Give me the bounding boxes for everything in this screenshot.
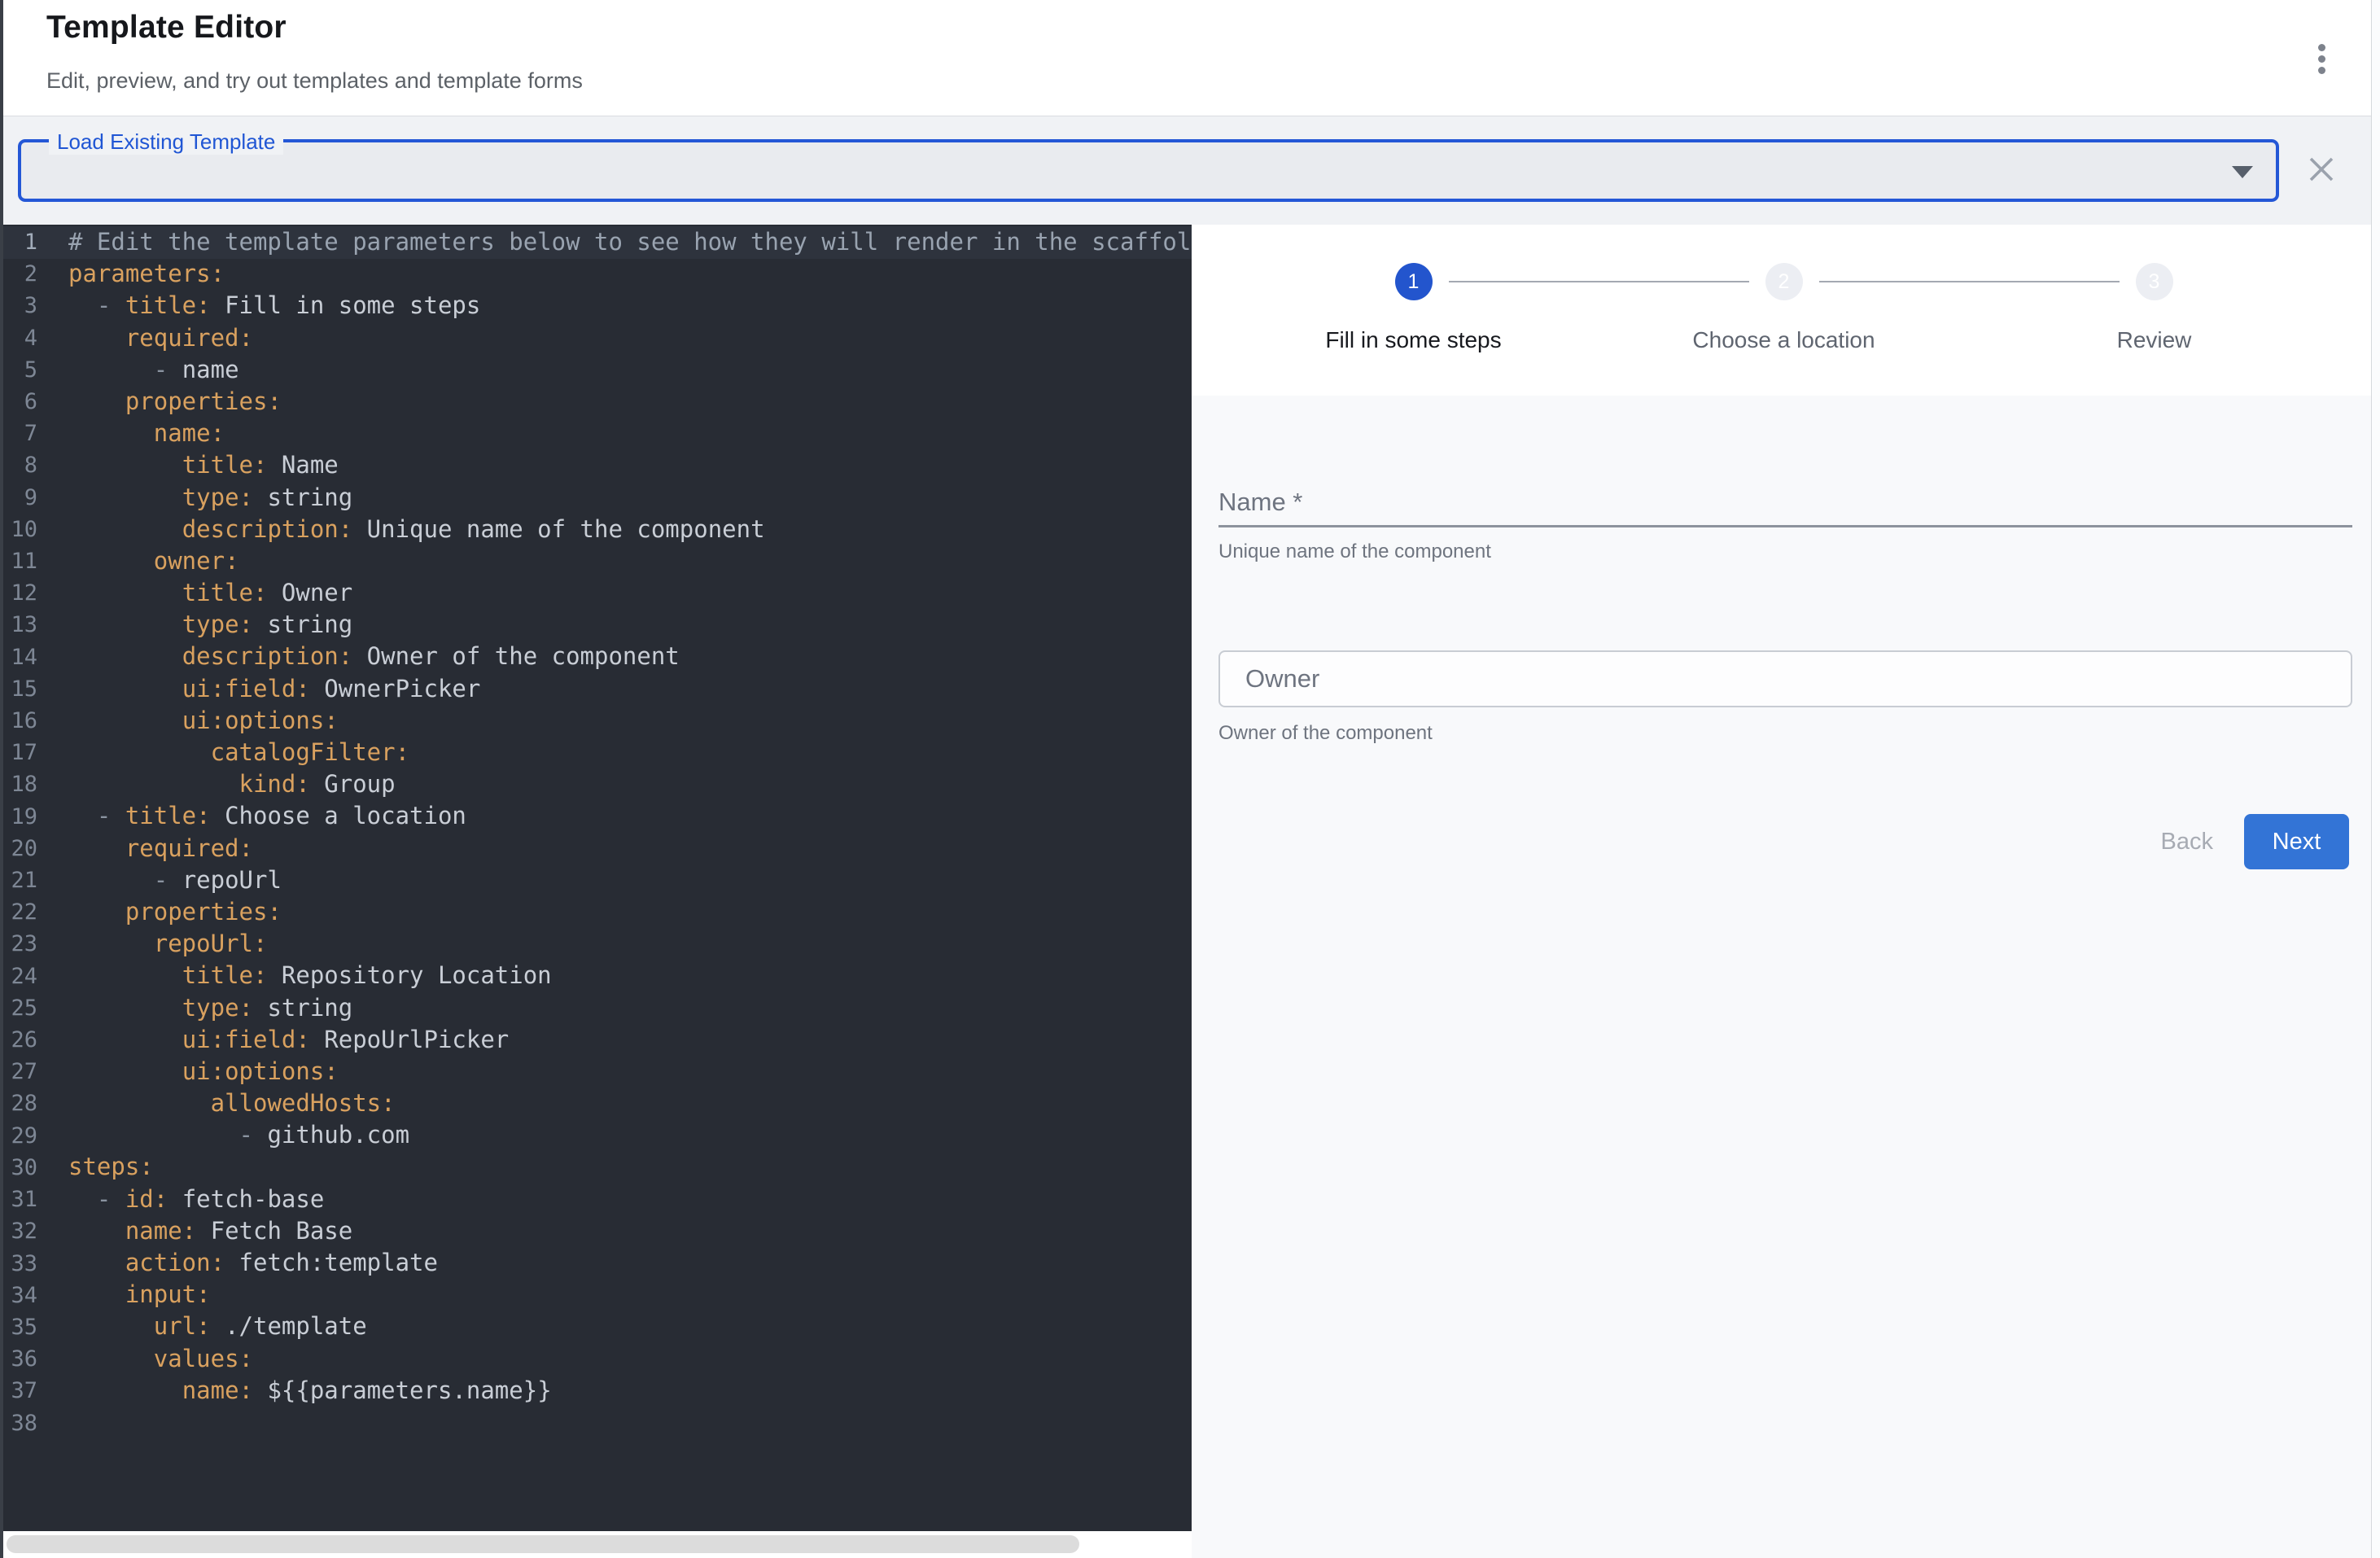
kebab-dot [2318, 67, 2325, 74]
editor-horizontal-scrollbar-thumb[interactable] [7, 1535, 1079, 1553]
name-helper-text: Unique name of the component [1218, 540, 1491, 563]
form-zone: Name * Unique name of the component Owne… [1192, 396, 2380, 1558]
editor-horizontal-scrollbar-track [0, 1531, 1192, 1558]
dropdown-caret-icon [2232, 166, 2253, 178]
name-input-label: Name * [1218, 488, 2352, 517]
owner-helper-text: Owner of the component [1218, 722, 1433, 745]
kebab-dot [2318, 44, 2325, 51]
page-subtitle: Edit, preview, and try out templates and… [46, 68, 583, 94]
stepper: 1 Fill in some steps 2 Choose a location… [1228, 263, 2339, 353]
owner-input-label: Owner [1245, 664, 1319, 694]
back-button[interactable]: Back [2140, 817, 2234, 867]
step-3-label: Review [2117, 327, 2192, 353]
step-fill-in-some-steps: 1 Fill in some steps [1228, 263, 1599, 353]
stepper-zone: 1 Fill in some steps 2 Choose a location… [1192, 225, 2380, 396]
step-2-label: Choose a location [1692, 327, 1875, 353]
yaml-code-editor[interactable]: 1234567891011121314151617181920212223242… [0, 225, 1192, 1558]
gutter: 1234567891011121314151617181920212223242… [0, 226, 37, 1439]
step-connector [1819, 281, 2120, 282]
name-input-underline [1218, 525, 2352, 527]
page-left-edge [0, 0, 3, 1558]
more-options-button[interactable] [2299, 29, 2344, 88]
close-icon [2307, 155, 2336, 184]
step-choose-a-location: 2 Choose a location [1599, 263, 1969, 353]
code-lines: # Edit the template parameters below to … [68, 226, 1192, 1438]
template-editor-page: Template Editor Edit, preview, and try o… [0, 0, 2380, 1558]
load-template-select[interactable]: Load Existing Template [18, 139, 2279, 202]
editor-viewport: 1234567891011121314151617181920212223242… [0, 225, 1192, 1531]
step-1-circle: 1 [1395, 263, 1433, 300]
next-button[interactable]: Next [2244, 814, 2349, 869]
vertical-scrollbar-track[interactable] [2371, 0, 2380, 1558]
step-1-label: Fill in some steps [1325, 327, 1501, 353]
owner-input[interactable]: Owner [1218, 650, 2352, 707]
step-connector [1449, 281, 1749, 282]
clear-template-button[interactable] [2307, 155, 2336, 184]
load-template-section: Load Existing Template [0, 116, 2380, 225]
form-preview-panel: 1 Fill in some steps 2 Choose a location… [1192, 225, 2380, 1558]
page-title: Template Editor [46, 10, 287, 46]
name-input[interactable]: Name * [1218, 488, 2352, 530]
header: Template Editor Edit, preview, and try o… [0, 0, 2380, 116]
step-2-circle: 2 [1765, 263, 1803, 300]
step-3-circle: 3 [2136, 263, 2173, 300]
form-button-row: Back Next [2140, 814, 2349, 869]
step-review: 3 Review [1969, 263, 2339, 353]
load-template-label: Load Existing Template [49, 129, 283, 155]
kebab-dot [2318, 55, 2325, 63]
